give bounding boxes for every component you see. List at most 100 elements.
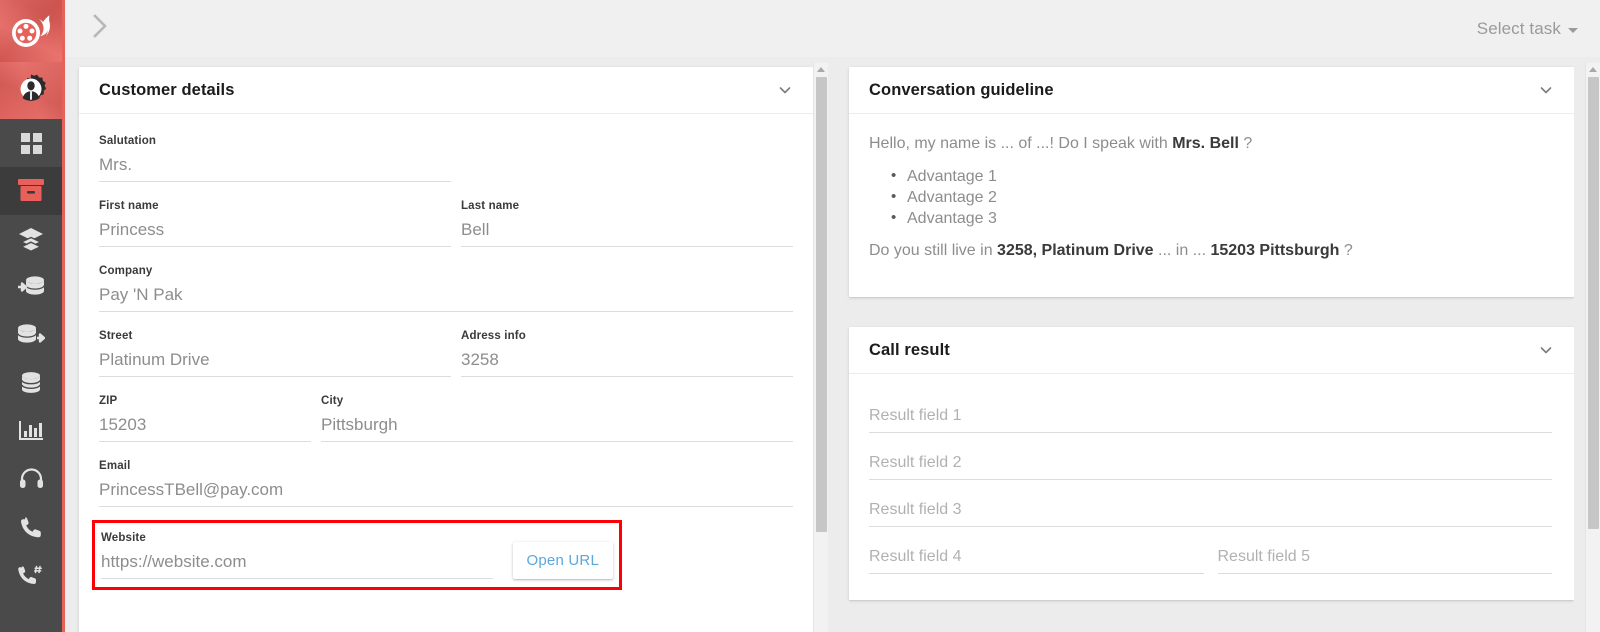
input-company[interactable]: Pay 'N Pak [99,281,793,312]
input-last-name[interactable]: Bell [461,216,793,247]
conversation-guideline-title: Conversation guideline [869,80,1054,99]
sidebar-item-calls[interactable] [0,503,62,551]
input-result-3[interactable]: Result field 3 [869,496,1552,527]
field-transfer-number: Transfer number [99,626,289,632]
call-result-card: Call result Result field 1 Result field … [849,327,1574,600]
call-result-header: Call result [849,327,1574,374]
sidebar-item-campaigns[interactable] [0,167,62,215]
scroll-up-arrow-icon[interactable] [1589,67,1597,72]
open-url-button[interactable]: Open URL [512,542,613,579]
input-result-5[interactable]: Result field 5 [1217,543,1552,574]
label-first-name: First name [99,200,159,212]
customer-details-card: Customer details Salutation Mrs. First n… [79,67,813,632]
field-result-1: Result field 1 [869,390,1552,437]
guideline-intro-suffix: ? [1238,135,1253,152]
guideline-intro-prefix: Hello, my name is ... of ...! Do I speak… [869,135,1173,152]
page-scrollbar[interactable] [1585,63,1600,632]
scrollbar-thumb[interactable] [1588,77,1599,529]
left-column-scrollbar[interactable] [813,63,828,632]
select-task-dropdown[interactable]: Select task [1477,19,1578,39]
label-city: City [321,395,344,407]
label-adress-info: Adress info [461,330,526,342]
input-city[interactable]: Pittsburgh [321,411,793,442]
field-salutation: Salutation Mrs. [99,126,451,191]
field-result-3: Result field 3 [869,484,1552,531]
sidebar-item-dial-numbers[interactable] [0,551,62,599]
label-zip: ZIP [99,395,118,407]
layers-icon [19,228,43,251]
input-adress-info[interactable]: 3258 [461,346,793,377]
guideline-advantages-list: Advantage 1 Advantage 2 Advantage 3 [891,165,1550,229]
website-highlight-box: Website https://website.com Open URL [92,520,622,590]
customer-details-title: Customer details [99,80,235,99]
field-first-name: First name Princess [99,191,451,256]
field-result-5: Result field 5 [1217,531,1552,578]
input-result-1[interactable]: Result field 1 [869,402,1552,433]
sidebar-item-data-import[interactable] [0,263,62,311]
row-zip-city: ZIP 15203 City Pittsburgh [99,386,793,451]
sidebar-item-dashboard[interactable] [0,119,62,167]
chevron-down-icon[interactable] [777,82,793,98]
dashboard-grid-icon [20,132,42,154]
field-result-4: Result field 4 [869,531,1204,578]
guideline-intro: Hello, my name is ... of ...! Do I speak… [869,132,1550,156]
field-adress-info: Adress info 3258 [461,321,793,386]
caret-down-icon [1568,27,1578,33]
admin-user-button[interactable] [0,62,62,119]
left-column: Customer details Salutation Mrs. First n… [65,57,813,632]
comet-logo-icon [12,15,51,47]
scroll-up-arrow-icon[interactable] [817,67,825,72]
input-zip[interactable]: 15203 [99,411,311,442]
chevron-right-icon[interactable] [91,12,110,45]
label-website: Website [101,532,146,544]
select-task-label: Select task [1476,18,1561,38]
user-gear-icon [20,74,47,101]
row-website: Website https://website.com Open URL [101,525,613,583]
label-email: Email [99,460,131,472]
guideline-address-city: 15203 Pittsburgh [1210,242,1340,259]
row-name: First name Princess Last name Bell [99,191,793,256]
app-logo[interactable] [0,0,62,62]
call-result-body: Result field 1 Result field 2 Result fie… [849,374,1574,600]
guideline-address-suffix: ? [1339,242,1353,259]
input-salutation[interactable]: Mrs. [99,151,451,182]
guideline-address-street: 3258, Platinum Drive [997,242,1154,259]
sidebar-item-data-export[interactable] [0,311,62,359]
input-website[interactable]: https://website.com [101,548,493,579]
scrollbar-thumb[interactable] [816,77,827,532]
transfer-number-select[interactable]: Transfer number [99,626,289,632]
content-columns: Customer details Salutation Mrs. First n… [65,57,1600,632]
label-salutation: Salutation [99,135,157,147]
input-result-2[interactable]: Result field 2 [869,449,1552,480]
field-company: Company Pay 'N Pak [99,256,793,321]
transfer-number-placeholder: Transfer number [99,626,279,632]
list-item: Advantage 2 [891,186,1550,208]
label-last-name: Last name [461,200,520,212]
sidebar-item-database[interactable] [0,359,62,407]
sidebar-item-statistics[interactable] [0,407,62,455]
app-root: Select task Customer details Salutation … [0,0,1600,632]
list-item: Advantage 3 [891,207,1550,229]
conversation-guideline-card: Conversation guideline Hello, my name is… [849,67,1574,297]
field-street: Street Platinum Drive [99,321,451,386]
label-company: Company [99,265,153,277]
page-scroll-gutter [1574,57,1600,632]
phone-icon [20,516,41,537]
sidebar [0,0,62,632]
chevron-down-icon[interactable] [1538,82,1554,98]
customer-details-header: Customer details [79,67,813,114]
left-column-scroll-gutter [813,57,837,632]
guideline-address-question: Do you still live in 3258, Platinum Driv… [869,239,1550,263]
field-email: Email PrincessTBell@pay.com [99,451,793,516]
headset-icon [19,468,43,488]
field-result-2: Result field 2 [869,437,1552,484]
chevron-down-icon[interactable] [1538,342,1554,358]
input-email[interactable]: PrincessTBell@pay.com [99,476,793,507]
field-website: Website https://website.com [101,525,493,583]
input-street[interactable]: Platinum Drive [99,346,451,377]
sidebar-item-layers[interactable] [0,215,62,263]
input-result-4[interactable]: Result field 4 [869,543,1204,574]
sidebar-item-agents[interactable] [0,455,62,503]
input-first-name[interactable]: Princess [99,216,451,247]
label-street: Street [99,330,133,342]
